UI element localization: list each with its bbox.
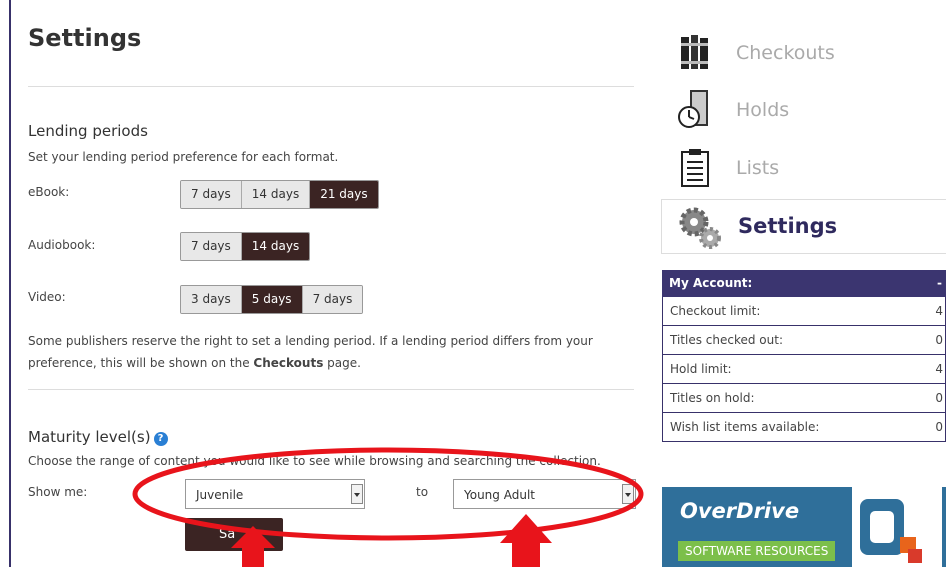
nav-lists[interactable]: Lists — [678, 148, 779, 188]
overdrive-banner[interactable]: OverDrive SOFTWARE RESOURCES — [662, 487, 946, 567]
nav-checkouts[interactable]: Checkouts — [678, 33, 835, 73]
account-header: My Account: - — [662, 270, 946, 297]
account-row: Titles checked out: 0 — [662, 326, 946, 355]
overdrive-logo-icon — [852, 487, 942, 567]
account-row-value: 0 — [935, 420, 943, 434]
clock-book-icon — [678, 90, 708, 128]
account-row: Wish list items available: 0 — [662, 413, 946, 442]
account-row: Checkout limit: 4 — [662, 297, 946, 326]
account-row-label: Hold limit: — [670, 362, 732, 376]
account-header-label: My Account: — [669, 276, 753, 290]
account-row-value: 4 — [935, 304, 943, 318]
nav-holds-label: Holds — [736, 99, 790, 121]
overdrive-brand: OverDrive — [680, 499, 800, 523]
clipboard-icon — [681, 149, 709, 187]
account-row: Titles on hold: 0 — [662, 384, 946, 413]
account-row-label: Titles on hold: — [670, 391, 755, 405]
highlight-ellipse — [132, 447, 644, 541]
nav-settings[interactable]: Settings — [661, 199, 946, 254]
account-panel: My Account: - Checkout limit: 4 Titles ch… — [662, 270, 946, 442]
nav-holds[interactable]: Holds — [678, 90, 789, 130]
arrow-up-icon — [500, 514, 552, 567]
account-row-label: Titles checked out: — [670, 333, 783, 347]
account-row: Hold limit: 4 — [662, 355, 946, 384]
account-row-label: Wish list items available: — [670, 420, 820, 434]
nav-lists-label: Lists — [736, 157, 780, 179]
gears-icon — [679, 207, 721, 249]
nav-checkouts-label: Checkouts — [736, 42, 835, 64]
overdrive-tagline: SOFTWARE RESOURCES — [678, 541, 836, 561]
account-row-value: 0 — [935, 391, 943, 405]
account-row-value: 4 — [935, 362, 943, 376]
account-row-label: Checkout limit: — [670, 304, 761, 318]
books-icon — [681, 35, 708, 69]
nav-settings-label: Settings — [738, 214, 838, 238]
account-row-value: 0 — [935, 333, 943, 347]
collapse-toggle[interactable]: - — [937, 270, 942, 297]
